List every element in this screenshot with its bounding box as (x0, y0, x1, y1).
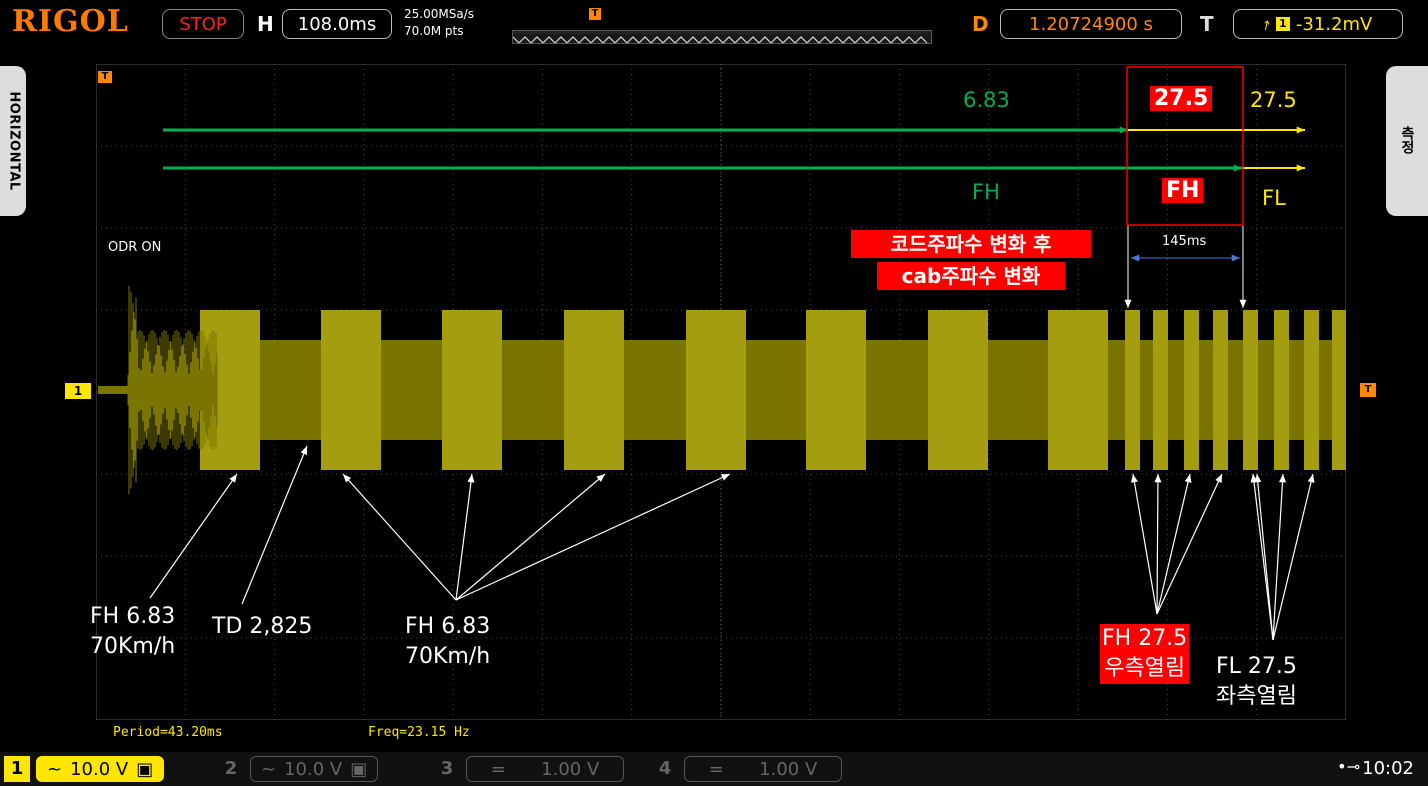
dc-coupling-icon: = (490, 758, 506, 780)
channel1-ground-marker[interactable]: 1 (65, 383, 91, 399)
red-box-label: FH (1162, 178, 1204, 203)
memory-depth: 70.0M pts (404, 24, 464, 38)
odr-on-label: ODR ON (108, 240, 162, 255)
korean-note-2: cab주파수 변화 (877, 262, 1065, 290)
delay-readout[interactable]: 1.20724900 s (1000, 9, 1182, 39)
clock: 10:02 (1362, 758, 1414, 779)
rigol-logo: RIGOL (12, 4, 129, 39)
channel2-status[interactable]: 2 ~ 10.0 V ▣ (218, 755, 379, 783)
trigger-source-badge: 1 (1275, 17, 1290, 31)
frequency-measurement: Freq=23.15 Hz (368, 725, 470, 740)
green-top-value: 6.83 (963, 88, 1010, 112)
trigger-left-marker: T (98, 71, 112, 83)
trigger-label: T (1200, 12, 1214, 36)
channel4-status[interactable]: 4 = 1.00 V (652, 755, 842, 783)
trigger-position-marker: T (589, 8, 601, 20)
rising-edge-icon: ⭎ (1263, 13, 1270, 35)
dc-coupling-icon: = (708, 758, 724, 780)
delay-label: D (972, 12, 989, 36)
memory-wave-icon (513, 34, 931, 43)
sample-rate: 25.00MSa/s (404, 7, 474, 21)
red-box-value: 27.5 (1150, 86, 1213, 111)
timebase-readout[interactable]: 108.0ms (282, 9, 392, 39)
bandwidth-limit-icon: ▣ (136, 758, 154, 780)
measure-tab[interactable]: 측정 (1386, 66, 1428, 216)
ac-coupling-icon: ~ (47, 758, 63, 780)
channel-bar: 1 ~ 10.0 V ▣ 2 ~ 10.0 V ▣ 3 = 1.00 V 4 =… (0, 752, 1428, 786)
trigger-readout[interactable]: ⭎ 1 -31.2mV (1233, 9, 1403, 39)
green-bottom-label: FH (972, 180, 1000, 204)
acquisition-info: 25.00MSa/s 70.0M pts (404, 6, 474, 40)
fh-speed-label: FH 6.83 70Km/h (90, 604, 176, 659)
td-label: TD 2,825 (212, 614, 313, 639)
memory-overview-strip[interactable] (512, 30, 932, 44)
period-measurement: Period=43.20ms (113, 725, 223, 740)
usb-icon: •⊸ (1337, 757, 1360, 776)
interval-label: 145ms (1162, 234, 1207, 249)
trigger-level-marker[interactable]: T (1360, 383, 1376, 397)
run-stop-button[interactable]: STOP (162, 9, 244, 39)
korean-note: 코드주파수 변화 후 (851, 230, 1091, 258)
fl-right-label: FL 27.5 좌측열림 (1216, 654, 1297, 709)
trigger-level: -31.2mV (1295, 13, 1373, 35)
horizontal-label: H (257, 12, 274, 36)
horizontal-tab[interactable]: HORIZONTAL (0, 66, 26, 216)
bandwidth-limit-icon: ▣ (350, 758, 368, 780)
channel1-trace (98, 285, 1346, 495)
channel1-status[interactable]: 1 ~ 10.0 V ▣ (4, 755, 165, 783)
yellow-top-value: 27.5 (1250, 88, 1297, 112)
channel3-status[interactable]: 3 = 1.00 V (434, 755, 624, 783)
fh-mid-label: FH 6.83 70Km/h (405, 614, 491, 669)
ac-coupling-icon: ~ (261, 758, 277, 780)
fh-right-label: FH 27.5 우측열림 (1100, 624, 1190, 684)
yellow-bottom-label: FL (1262, 186, 1286, 210)
